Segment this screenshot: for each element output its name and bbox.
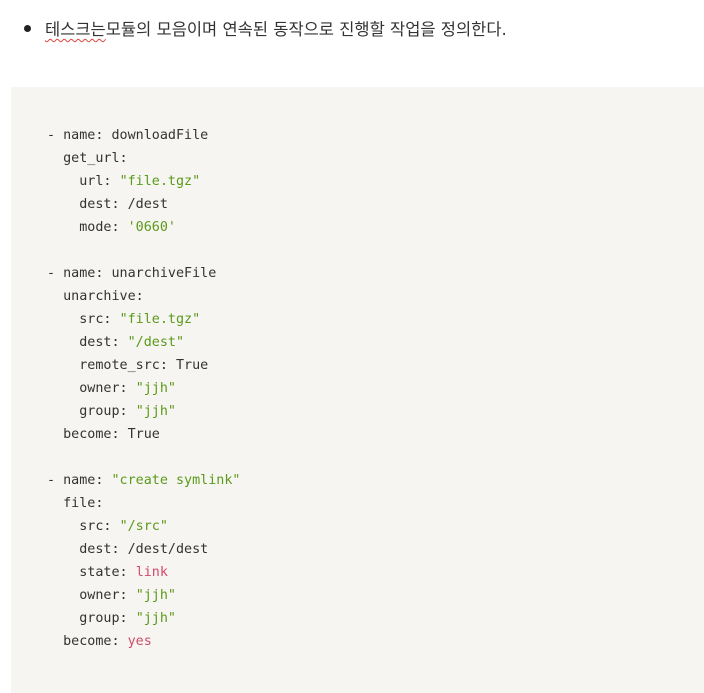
code-line: dest: "/dest" [47, 331, 704, 354]
code-lines: - name: downloadFile get_url: url: "file… [47, 124, 704, 653]
code-token: owner: [47, 381, 136, 396]
code-token: file: [47, 496, 104, 511]
code-token: dest: [47, 335, 128, 350]
code-line: owner: "jjh" [47, 377, 704, 400]
code-line: src: "file.tgz" [47, 308, 704, 331]
code-token: - name: unarchiveFile [47, 266, 217, 281]
code-token: "jjh" [135, 381, 176, 396]
code-line: become: yes [47, 630, 704, 653]
code-token: yes [127, 634, 152, 649]
code-line: become: True [47, 423, 704, 446]
code-line: dest: /dest/dest [47, 538, 704, 561]
code-token: get_url: [47, 151, 128, 166]
code-token: url: [47, 174, 120, 189]
code-line: dest: /dest [47, 193, 704, 216]
code-token: "jjh" [135, 611, 176, 626]
code-line: - name: "create symlink" [47, 469, 704, 492]
code-token: - name: downloadFile [47, 128, 209, 143]
code-token: "/dest" [127, 335, 185, 350]
code-token: owner: [47, 588, 136, 603]
code-token: group: [47, 404, 136, 419]
document-page: 테스크는 모듈의 모음이며 연속된 동작으로 진행할 작업을 정의한다. - n… [0, 0, 704, 693]
bullet-text: 모듈의 모음이며 연속된 동작으로 진행할 작업을 정의한다. [105, 20, 507, 39]
code-token: unarchive: [47, 289, 144, 304]
code-token: "file.tgz" [119, 312, 201, 327]
code-token: link [135, 565, 168, 580]
code-token: dest: /dest [47, 197, 168, 212]
code-token: "file.tgz" [119, 174, 201, 189]
code-line: - name: downloadFile [47, 124, 704, 147]
code-line: group: "jjh" [47, 400, 704, 423]
code-token: "jjh" [135, 404, 176, 419]
spellcheck-word: 테스크는 [45, 20, 106, 39]
code-line: file: [47, 492, 704, 515]
code-line: - name: unarchiveFile [47, 262, 704, 285]
code-token: '0660' [127, 220, 176, 235]
code-token: state: [47, 565, 136, 580]
code-line: remote_src: True [47, 354, 704, 377]
code-token: remote_src: True [47, 358, 209, 373]
code-token: "/src" [119, 519, 168, 534]
bullet-dot-icon [24, 24, 31, 32]
code-line: group: "jjh" [47, 607, 704, 630]
code-token: src: [47, 312, 120, 327]
code-line: get_url: [47, 147, 704, 170]
code-block: - name: downloadFile get_url: url: "file… [11, 87, 704, 693]
code-line: state: link [47, 561, 704, 584]
code-token: "create symlink" [111, 473, 241, 488]
code-token: "jjh" [135, 588, 176, 603]
code-line: unarchive: [47, 285, 704, 308]
code-token: become: True [47, 427, 160, 442]
bullet-item: 테스크는 모듈의 모음이며 연속된 동작으로 진행할 작업을 정의한다. [24, 14, 507, 42]
code-token: src: [47, 519, 120, 534]
code-token: - name: [47, 473, 112, 488]
code-line: owner: "jjh" [47, 584, 704, 607]
code-line: url: "file.tgz" [47, 170, 704, 193]
code-line: mode: '0660' [47, 216, 704, 239]
code-token: dest: /dest/dest [47, 542, 209, 557]
code-token: mode: [47, 220, 128, 235]
code-token: become: [47, 634, 128, 649]
code-line: src: "/src" [47, 515, 704, 538]
code-token: group: [47, 611, 136, 626]
